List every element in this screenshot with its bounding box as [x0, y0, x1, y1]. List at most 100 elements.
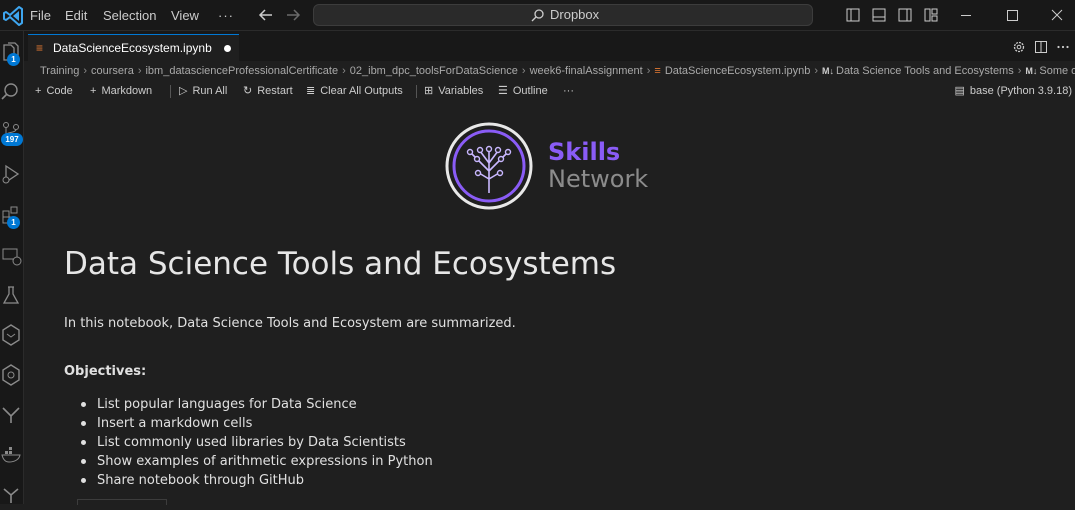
customize-layout-icon[interactable]	[923, 7, 939, 23]
chevron-right-icon: ›	[342, 65, 346, 77]
testing-flask-icon[interactable]	[0, 283, 24, 309]
kernel-picker[interactable]: ▤ base (Python 3.9.18)	[954, 81, 1072, 101]
chevron-right-icon: ›	[137, 65, 142, 77]
kernel-label: base (Python 3.9.18)	[969, 85, 1072, 97]
command-center-search[interactable]: Dropbox	[313, 4, 813, 26]
add-code-label: Code	[46, 85, 73, 97]
objectives-heading: Objectives:	[64, 364, 147, 379]
toggle-primary-sidebar-icon[interactable]	[845, 7, 861, 23]
source-control-icon[interactable]: 197	[0, 119, 24, 146]
minimize-button[interactable]	[943, 0, 989, 31]
objectives-list: List popular languages for Data Science …	[64, 395, 433, 490]
kernel-icon: ▤	[954, 85, 965, 97]
logo-text-network: Network	[548, 165, 649, 193]
toolbar-divider	[416, 85, 417, 98]
chevron-right-icon: ›	[1017, 65, 1022, 77]
run-all-button[interactable]: ▷ Run All	[179, 81, 227, 101]
leaf-extension-icon[interactable]	[0, 481, 24, 507]
menu-selection[interactable]: Selection	[103, 0, 156, 31]
menu-view[interactable]: View	[171, 0, 199, 31]
toolbar-more-button[interactable]: ···	[563, 81, 574, 101]
forward-arrow-icon[interactable]	[284, 6, 302, 24]
logo-text-skills: Skills	[548, 138, 621, 166]
list-item: List popular languages for Data Science	[81, 395, 433, 414]
breadcrumb-item[interactable]: DataScienceEcosystem.ipynb	[665, 61, 811, 81]
next-cell[interactable]	[77, 499, 167, 505]
chevron-right-icon: ›	[646, 65, 651, 77]
tab-label: DataScienceEcosystem.ipynb	[53, 41, 212, 55]
editor-tab-bar: ≡ DataScienceEcosystem.ipynb	[24, 31, 1075, 61]
notebook-title: Data Science Tools and Ecosystems	[64, 246, 617, 282]
breadcrumb-item[interactable]: Training	[40, 61, 79, 81]
chevron-right-icon: ›	[83, 65, 88, 77]
tree-extension-icon[interactable]	[0, 401, 24, 427]
outline-icon: ☰	[498, 85, 508, 97]
variables-label: Variables	[438, 85, 484, 97]
chevron-right-icon: ›	[814, 65, 818, 77]
breadcrumb-item[interactable]: 02_ibm_dpc_toolsForDataScience	[350, 61, 518, 81]
list-item: Insert a markdown cells	[81, 414, 433, 433]
run-all-label: Run All	[192, 85, 228, 97]
search-icon	[531, 8, 545, 22]
breadcrumb-item[interactable]: coursera	[91, 61, 134, 81]
tab-datascienceecosystem[interactable]: ≡ DataScienceEcosystem.ipynb	[28, 34, 239, 61]
clear-outputs-label: Clear All Outputs	[320, 85, 403, 97]
outline-button[interactable]: ☰ Outline	[498, 81, 548, 101]
breadcrumb: Training › coursera › ibm_datascienceProfess…	[40, 61, 1075, 81]
notebook-settings-gear-icon[interactable]	[1012, 40, 1026, 54]
markdown-icon: M↓	[822, 66, 834, 76]
python-environment-icon[interactable]	[0, 362, 24, 388]
clear-outputs-icon: ≣	[306, 85, 316, 97]
notebook-file-icon: ≡	[654, 65, 661, 77]
restart-label: Restart	[257, 85, 293, 97]
add-markdown-cell-button[interactable]: + Markdown	[90, 81, 152, 101]
remote-explorer-icon[interactable]	[0, 243, 24, 269]
clear-all-outputs-button[interactable]: ≣ Clear All Outputs	[306, 81, 403, 101]
breadcrumb-item[interactable]: Some of the	[1039, 61, 1075, 81]
title-bar: File Edit Selection View ··· Dropbox	[0, 0, 1075, 31]
menu-more-button[interactable]: ···	[218, 0, 234, 31]
skills-network-logo-icon	[444, 121, 534, 211]
add-markdown-label: Markdown	[101, 85, 153, 97]
breadcrumb-item[interactable]: ibm_datascienceProfessionalCertificate	[145, 61, 338, 81]
add-code-cell-button[interactable]: + Code	[35, 81, 73, 101]
toggle-secondary-sidebar-icon[interactable]	[897, 7, 913, 23]
list-item: List commonly used libraries by Data Sci…	[81, 433, 433, 452]
search-icon[interactable]	[0, 79, 24, 105]
toggle-panel-icon[interactable]	[871, 7, 887, 23]
more-actions-icon[interactable]	[1056, 40, 1070, 54]
plus-icon: +	[35, 85, 42, 97]
variables-icon: ⊞	[424, 85, 434, 97]
activity-bar: 1 197 1	[0, 31, 24, 504]
variables-button[interactable]: ⊞ Variables	[424, 81, 483, 101]
back-arrow-icon[interactable]	[257, 6, 275, 24]
hexagon-extension-icon[interactable]	[0, 322, 24, 348]
breadcrumb-item[interactable]: Data Science Tools and Ecosystems	[836, 61, 1014, 81]
run-and-debug-icon[interactable]	[0, 161, 24, 187]
run-all-icon: ▷	[179, 85, 188, 97]
notebook-editor: Skills Network Data Science Tools and Ec…	[24, 101, 1075, 505]
toolbar-divider	[170, 85, 171, 98]
explorer-badge: 1	[7, 53, 20, 66]
maximize-button[interactable]	[989, 0, 1035, 31]
menu-file[interactable]: File	[30, 0, 51, 31]
extensions-icon[interactable]: 1	[0, 202, 24, 229]
source-control-badge: 197	[1, 133, 23, 146]
vscode-logo-icon	[0, 0, 28, 31]
restart-icon: ↻	[243, 85, 253, 97]
breadcrumb-item[interactable]: week6-finalAssignment	[530, 61, 643, 81]
unsaved-dot-icon[interactable]	[224, 45, 231, 52]
extensions-badge: 1	[7, 216, 20, 229]
notebook-file-icon: ≡	[36, 41, 44, 55]
list-item: Share notebook through GitHub	[81, 471, 433, 490]
menu-edit[interactable]: Edit	[65, 0, 87, 31]
chevron-right-icon: ›	[521, 65, 526, 77]
split-editor-icon[interactable]	[1034, 40, 1048, 54]
list-item: Show examples of arithmetic expressions …	[81, 454, 433, 469]
notebook-toolbar: + Code + Markdown ▷ Run All ↻ Restart ≣ Clear…	[24, 81, 1075, 101]
restart-button[interactable]: ↻ Restart	[243, 81, 293, 101]
explorer-icon[interactable]: 1	[0, 40, 24, 66]
command-center-label: Dropbox	[550, 7, 600, 22]
docker-icon[interactable]	[0, 441, 24, 467]
close-button[interactable]	[1035, 0, 1075, 31]
